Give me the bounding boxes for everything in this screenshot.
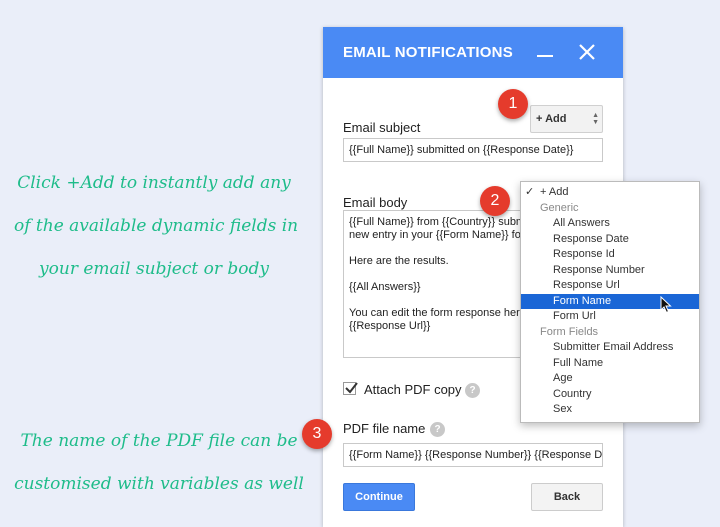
minimize-icon[interactable] (532, 39, 558, 65)
dropdown-option-label: Response Number (553, 263, 645, 276)
pdf-file-name-input[interactable]: {{Form Name}} {{Response Number}} {{Resp… (343, 443, 603, 467)
attach-pdf-checkbox[interactable] (343, 382, 358, 395)
help-icon[interactable]: ? (465, 383, 480, 398)
dropdown-option-label: Submitter Email Address (553, 341, 674, 353)
annotation-line: The name of the PDF file can be (20, 431, 298, 451)
add-subject-field-button[interactable]: + Add ▲ ▼ (530, 105, 603, 133)
stepper-arrows-icon: ▲ ▼ (592, 112, 599, 126)
dropdown-option-form-name[interactable]: Form Name (521, 293, 699, 309)
close-icon[interactable] (574, 39, 600, 65)
email-body-label: Email body (343, 195, 408, 210)
dropdown-option-form-url[interactable]: Form Url (521, 309, 699, 325)
dropdown-option-label: Age (553, 372, 573, 384)
email-subject-input[interactable]: {{Full Name}} submitted on {{Response Da… (343, 138, 603, 162)
dropdown-option-response-url[interactable]: Response Url (521, 278, 699, 294)
dropdown-option-label: Form Url (553, 310, 596, 322)
dropdown-group-form-fields: Form Fields (521, 325, 699, 341)
dropdown-group-generic: Generic (521, 201, 699, 217)
dropdown-option-response-number[interactable]: Response Number (521, 263, 699, 279)
dropdown-option-response-id[interactable]: Response Id (521, 247, 699, 263)
annotation-line: Click +Add to instantly add any (17, 173, 291, 193)
dropdown-option-label: Form Name (553, 294, 612, 307)
dropdown-option-full-name[interactable]: Full Name (521, 356, 699, 372)
dropdown-option-all-answers[interactable]: All Answers (521, 216, 699, 232)
dropdown-option-age[interactable]: Age (521, 371, 699, 387)
dropdown-option-label: Full Name (553, 356, 604, 369)
annotation-line: of the available dynamic fields in (14, 216, 299, 236)
panel-header: EMAIL NOTIFICATIONS (323, 27, 623, 78)
step-badge-2: 2 (480, 186, 510, 216)
dropdown-option-label: Response Id (553, 248, 615, 260)
dropdown-option-submitter-email[interactable]: Submitter Email Address (521, 340, 699, 356)
dropdown-option-response-date[interactable]: Response Date (521, 232, 699, 248)
annotation-pdf-name: The name of the PDF file can be customis… (14, 420, 304, 506)
dropdown-option-label: All Answers (553, 217, 610, 229)
panel-title: EMAIL NOTIFICATIONS (343, 44, 513, 61)
dropdown-option-add[interactable]: ✓ + Add (521, 185, 699, 201)
attach-pdf-label: Attach PDF copy (364, 382, 462, 397)
dropdown-option-sex[interactable]: Sex (521, 402, 699, 418)
annotation-line: customised with variables as well (14, 474, 304, 494)
dropdown-group-label: Form Fields (540, 325, 599, 338)
add-button-label: + Add (536, 113, 567, 125)
annotation-add-fields: Click +Add to instantly add any of the a… (14, 162, 299, 291)
mouse-cursor-icon (660, 296, 672, 314)
continue-button[interactable]: Continue (343, 483, 415, 511)
step-badge-1: 1 (498, 89, 528, 119)
back-button[interactable]: Back (531, 483, 603, 511)
dropdown-option-label: Sex (553, 403, 572, 415)
check-icon: ✓ (525, 186, 535, 198)
add-field-dropdown: ✓ + Add Generic All Answers Response Dat… (520, 181, 700, 423)
dropdown-option-label: + Add (540, 186, 569, 198)
pdf-file-name-label: PDF file name (343, 421, 426, 436)
step-badge-3: 3 (302, 419, 332, 449)
dropdown-group-label: Generic (540, 201, 579, 214)
dropdown-option-label: Response Date (553, 232, 629, 245)
help-icon[interactable]: ? (430, 422, 445, 437)
email-subject-label: Email subject (343, 120, 421, 135)
dropdown-option-country[interactable]: Country (521, 387, 699, 403)
annotation-line: your email subject or body (39, 259, 269, 279)
dropdown-option-label: Country (553, 387, 592, 400)
dropdown-option-label: Response Url (553, 279, 620, 291)
